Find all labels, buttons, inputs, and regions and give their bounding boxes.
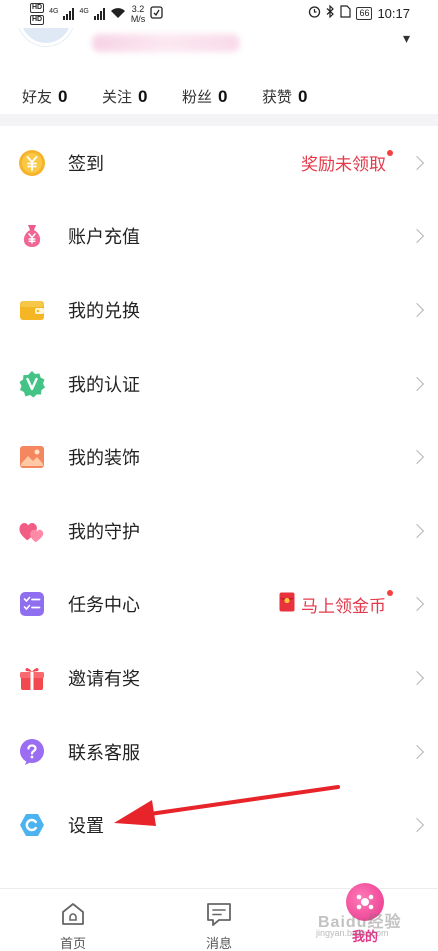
chevron-right-icon [409, 376, 425, 391]
menu-item-recharge[interactable]: 账户充值 [0, 200, 438, 274]
gift-icon [18, 664, 46, 692]
tab-label: 首页 [59, 936, 86, 951]
chevron-right-icon [409, 229, 425, 244]
home-icon [58, 899, 88, 929]
chevron-right-icon [409, 597, 425, 612]
menu-label: 任务中心 [68, 595, 140, 616]
status-bar: HD HD 4G 4G 3.2 M/s 66 10:17 [0, 0, 438, 28]
reward-unclaimed-text: 奖励未领取 [301, 155, 386, 175]
menu-item-settings[interactable]: 设置 [0, 788, 438, 862]
signal-label-2: 4G [79, 7, 89, 15]
menu-item-checkin[interactable]: 签到 奖励未领取 [0, 126, 438, 200]
signal-icon-2 [93, 8, 105, 20]
bluetooth-icon [326, 4, 335, 21]
settings-hex-icon [18, 811, 46, 839]
stat-value: 0 [58, 87, 68, 106]
wallet-icon [18, 296, 46, 324]
menu-item-verification[interactable]: 我的认证 [0, 347, 438, 421]
chevron-right-icon [409, 818, 425, 833]
battery-level: 66 [356, 6, 373, 20]
stat-label: 关注 [102, 89, 133, 106]
stat-value: 0 [138, 87, 148, 106]
chevron-right-icon [409, 155, 425, 170]
chevron-right-icon [409, 670, 425, 686]
watermark-url: jingyan.baidu.com [316, 928, 389, 938]
clock: 10:17 [377, 5, 410, 21]
menu-item-task-center[interactable]: 任务中心 马上领金币 [0, 568, 438, 642]
menu-list: 签到 奖励未领取 账户充值 我的兑换 我的认证 我的装饰 我的守护 任务中心 马… [0, 126, 438, 862]
chevron-right-icon [409, 302, 425, 318]
claim-coins-promo: 马上领金币 [279, 592, 386, 617]
help-icon [18, 738, 46, 766]
hd-tag-1: HD [30, 3, 45, 13]
alarm-icon [308, 5, 321, 21]
stat-label: 获赞 [262, 89, 293, 106]
stat-value: 0 [218, 87, 228, 106]
network-speed: 3.2 M/s [130, 4, 146, 24]
hd-tag-2: HD [30, 15, 45, 25]
checklist-icon [18, 590, 46, 618]
tab-messages[interactable]: 消息 [146, 889, 292, 951]
section-divider [0, 114, 438, 126]
money-bag-icon [18, 222, 46, 250]
coin-yuan-icon [18, 149, 46, 177]
sim-icon [340, 5, 352, 21]
menu-label: 设置 [68, 816, 104, 837]
verified-badge-icon [18, 370, 46, 398]
avatar[interactable] [18, 28, 74, 46]
menu-item-customer-service[interactable]: 联系客服 [0, 715, 438, 789]
menu-item-exchange[interactable]: 我的兑换 [0, 273, 438, 347]
stat-friends[interactable]: 好友 0 [22, 86, 102, 107]
chevron-right-icon [409, 523, 425, 538]
chevron-right-icon [409, 450, 425, 465]
menu-label: 我的装饰 [68, 448, 140, 469]
red-envelope-icon [279, 592, 295, 617]
notification-dot [387, 150, 393, 156]
menu-label: 联系客服 [68, 742, 140, 763]
stat-value: 0 [298, 87, 308, 106]
message-icon [204, 899, 234, 929]
stat-likes[interactable]: 获赞 0 [262, 86, 342, 107]
tab-home[interactable]: 首页 [0, 889, 146, 951]
menu-label: 账户充值 [68, 227, 140, 248]
stat-fans[interactable]: 粉丝 0 [182, 86, 262, 107]
wifi-icon [110, 7, 126, 22]
signal-icon-1 [63, 8, 75, 20]
menu-label: 我的兑换 [68, 300, 140, 321]
signal-label-1: 4G [49, 7, 59, 15]
menu-label: 我的认证 [68, 374, 140, 395]
tab-label: 消息 [205, 936, 232, 951]
stat-label: 粉丝 [182, 89, 213, 106]
profile-stats: 好友 0 关注 0 粉丝 0 获赞 0 [22, 86, 342, 107]
menu-label: 签到 [68, 153, 104, 174]
menu-item-guardian[interactable]: 我的守护 [0, 494, 438, 568]
menu-label: 邀请有奖 [68, 668, 140, 689]
nickname-blurred [92, 34, 240, 52]
profile-header[interactable]: ▾ [0, 28, 438, 58]
chevron-right-icon [409, 744, 425, 759]
picture-icon [18, 443, 46, 471]
menu-item-decoration[interactable]: 我的装饰 [0, 420, 438, 494]
hearts-icon [18, 517, 46, 545]
app-notification-icon [150, 6, 163, 22]
stat-label: 好友 [22, 89, 53, 106]
stat-following[interactable]: 关注 0 [102, 86, 182, 107]
menu-label: 我的守护 [68, 521, 140, 542]
menu-item-invite[interactable]: 邀请有奖 [0, 641, 438, 715]
claim-coins-text: 马上领金币 [301, 596, 386, 616]
notification-dot [387, 589, 393, 596]
more-icon[interactable]: ▾ [403, 30, 410, 47]
